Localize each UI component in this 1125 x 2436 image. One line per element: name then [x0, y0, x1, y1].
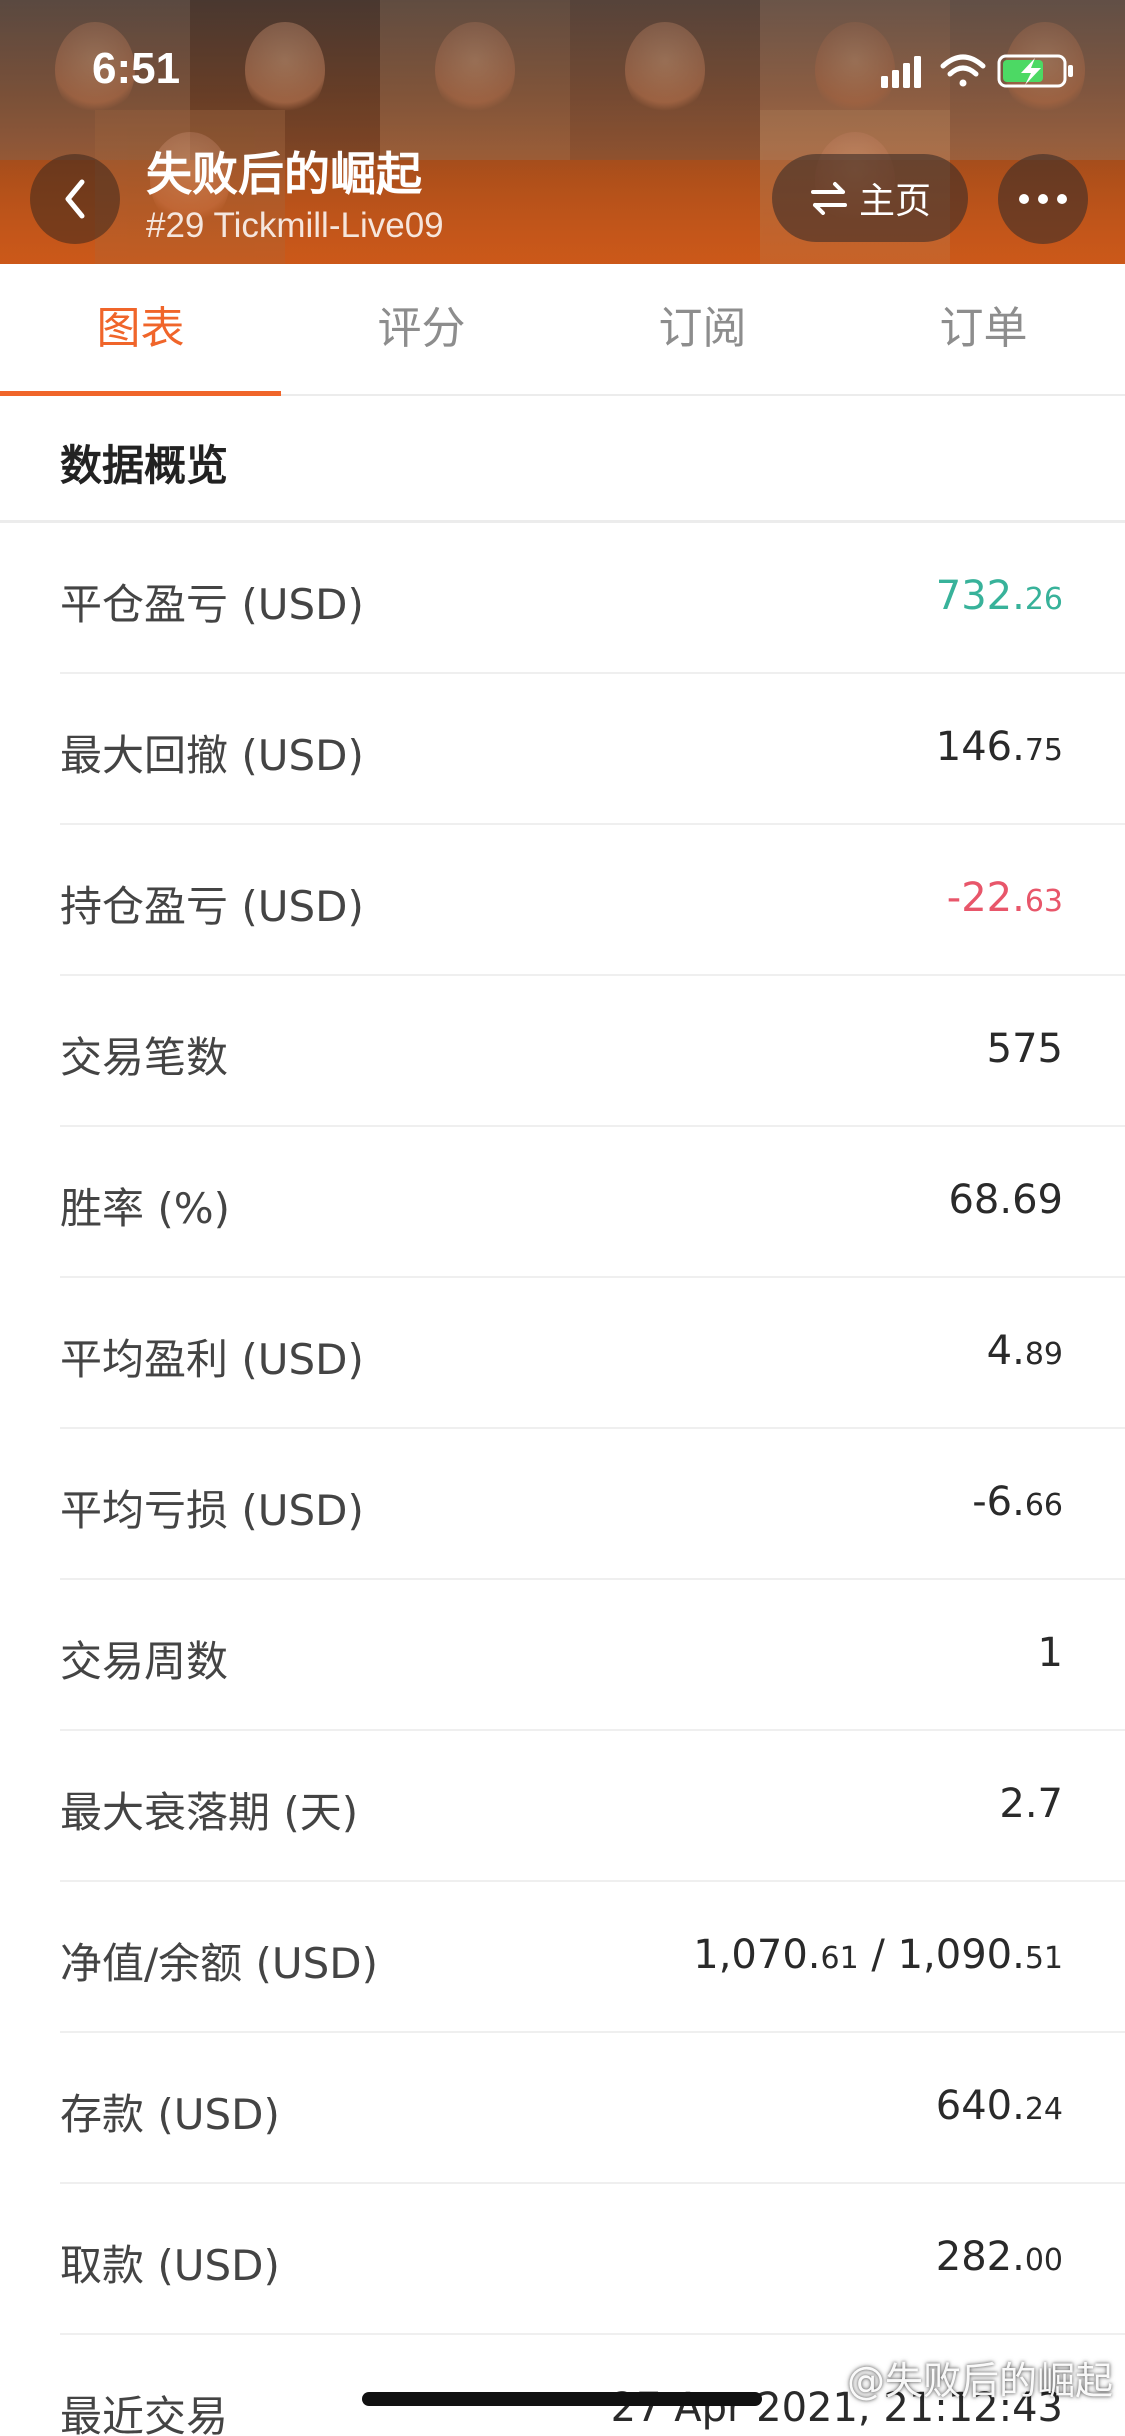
- stat-label: 交易笔数: [60, 1033, 229, 1082]
- app-screen: 6:51 失败后的崛起 #29 Tickmill-Live09 主页 图表 评分…: [0, 0, 1125, 2436]
- stat-label: 胜率 (%): [60, 1184, 231, 1233]
- stat-value: 1: [1037, 1630, 1063, 1676]
- stat-row-trade-count: 交易笔数 575: [60, 976, 1125, 1127]
- stat-label: 平仓盈亏 (USD): [60, 580, 364, 629]
- stat-value: 282.00: [935, 2234, 1063, 2280]
- stat-row-trading-weeks: 交易周数 1: [60, 1580, 1125, 1731]
- stat-row-max-drawdown: 最大回撤 (USD) 146.75: [60, 674, 1125, 825]
- chevron-left-icon: [65, 179, 85, 219]
- stat-value: -6.66: [972, 1479, 1063, 1525]
- stats-list: 平仓盈亏 (USD) 732.26 最大回撤 (USD) 146.75 持仓盈亏…: [0, 523, 1125, 2436]
- stat-value: 1,070.61 / 1,090.51: [693, 1932, 1063, 1978]
- page-title: 失败后的崛起: [146, 147, 422, 201]
- stat-value: 146.75: [935, 724, 1063, 770]
- stat-label: 交易周数: [60, 1637, 229, 1686]
- stat-label: 存款 (USD): [60, 2090, 280, 2139]
- tab-subscribe[interactable]: 订阅: [562, 264, 843, 394]
- stat-label: 平均盈利 (USD): [60, 1335, 364, 1384]
- stat-value: 575: [986, 1026, 1063, 1072]
- stat-row-closed-pnl: 平仓盈亏 (USD) 732.26: [60, 523, 1125, 674]
- stat-label: 最大回撤 (USD): [60, 731, 364, 780]
- watermark: @失败后的崛起: [846, 2359, 1113, 2403]
- account-subtitle: #29 Tickmill-Live09: [146, 206, 444, 245]
- stat-label: 持仓盈亏 (USD): [60, 882, 364, 931]
- tab-bar: 图表 评分 订阅 订单: [0, 264, 1125, 396]
- section-header: 数据概览: [0, 396, 1125, 523]
- stat-value: 4.89: [986, 1328, 1063, 1374]
- stat-row-win-rate: 胜率 (%) 68.69: [60, 1127, 1125, 1278]
- tab-orders[interactable]: 订单: [843, 264, 1124, 394]
- header-banner: 6:51 失败后的崛起 #29 Tickmill-Live09 主页: [0, 0, 1125, 264]
- wifi-icon: [940, 54, 986, 87]
- tab-rating[interactable]: 评分: [281, 264, 562, 394]
- cellular-signal-icon: [881, 56, 921, 88]
- stat-value: 68.69: [948, 1177, 1063, 1223]
- stat-row-open-pnl: 持仓盈亏 (USD) -22.63: [60, 825, 1125, 976]
- stat-row-avg-loss: 平均亏损 (USD) -6.66: [60, 1429, 1125, 1580]
- more-button[interactable]: [998, 154, 1088, 244]
- stat-row-deposits: 存款 (USD) 640.24: [60, 2033, 1125, 2184]
- status-time: 6:51: [92, 44, 181, 93]
- stat-row-withdrawals: 取款 (USD) 282.00: [60, 2184, 1125, 2335]
- stat-label: 平均亏损 (USD): [60, 1486, 364, 1535]
- battery-charging-icon: [997, 54, 1073, 88]
- stat-label: 净值/余额 (USD): [60, 1939, 379, 1988]
- stat-value: -22.63: [946, 875, 1063, 921]
- stat-value: 732.26: [935, 573, 1063, 619]
- swap-arrows-icon: [810, 182, 847, 215]
- back-button[interactable]: [30, 154, 120, 244]
- status-icons: [881, 48, 1081, 92]
- stat-label: 最大衰落期 (天): [60, 1788, 359, 1837]
- stat-label: 取款 (USD): [60, 2241, 280, 2290]
- section-title: 数据概览: [60, 441, 229, 490]
- stat-row-equity-balance: 净值/余额 (USD) 1,070.61 / 1,090.51: [60, 1882, 1125, 2033]
- stat-row-max-decline-period: 最大衰落期 (天) 2.7: [60, 1731, 1125, 1882]
- more-dots-icon: [1019, 194, 1067, 204]
- stat-row-avg-profit: 平均盈利 (USD) 4.89: [60, 1278, 1125, 1429]
- stat-value: 2.7: [999, 1781, 1063, 1827]
- tab-chart[interactable]: 图表: [0, 264, 281, 396]
- stat-label: 最近交易: [60, 2392, 229, 2436]
- stat-value: 640.24: [935, 2083, 1063, 2129]
- home-button-label: 主页: [858, 181, 931, 222]
- home-button[interactable]: 主页: [772, 154, 968, 242]
- home-indicator[interactable]: [362, 2392, 762, 2406]
